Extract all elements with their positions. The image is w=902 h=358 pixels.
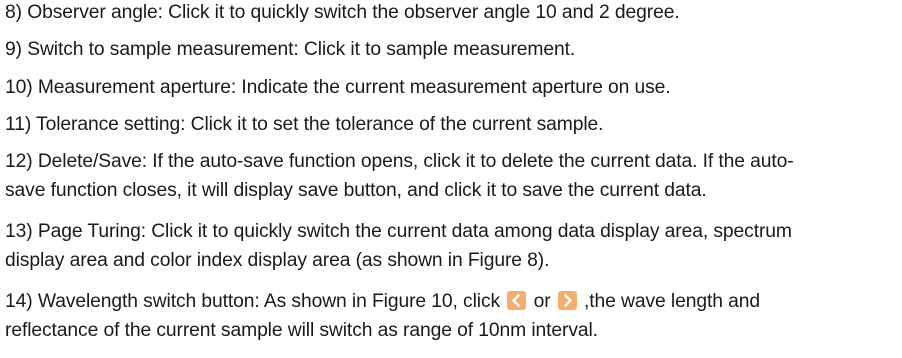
list-item-8: 8) Observer angle: Click it to quickly s… <box>5 0 897 36</box>
list-item-14-line2: reflectance of the current sample will s… <box>5 319 598 341</box>
list-item-13-line2: display area and color index display are… <box>5 249 550 271</box>
list-item-12-line1: 12) Delete/Save: If the auto-save functi… <box>5 151 794 173</box>
list-item-12: 12) Delete/Save: If the auto-save functi… <box>5 148 897 218</box>
list-item-13-line1: 13) Page Turing: Click it to quickly swi… <box>5 221 792 243</box>
list-item-12-line2: save function closes, it will display sa… <box>5 179 707 201</box>
list-item-9: 9) Switch to sample measurement: Click i… <box>5 36 897 73</box>
list-item-14-line1-b: ,the wave length and <box>578 291 760 313</box>
list-item-14: 14) Wavelength switch button: As shown i… <box>5 288 897 358</box>
list-item-11: 11) Tolerance setting: Click it to set t… <box>5 111 897 148</box>
list-item-8-text: 8) Observer angle: Click it to quickly s… <box>5 2 680 23</box>
list-item-13: 13) Page Turing: Click it to quickly swi… <box>5 218 897 288</box>
chevron-right-icon <box>557 291 577 311</box>
list-item-14-line1-a: 14) Wavelength switch button: As shown i… <box>5 291 506 313</box>
list-item-9-text: 9) Switch to sample measurement: Click i… <box>5 39 576 61</box>
list-item-10: 10) Measurement aperture: Indicate the c… <box>5 74 897 111</box>
list-item-10-text: 10) Measurement aperture: Indicate the c… <box>5 76 671 98</box>
document-page: 8) Observer angle: Click it to quickly s… <box>5 0 897 358</box>
chevron-left-icon <box>507 291 527 311</box>
list-item-14-or: or <box>528 291 556 313</box>
list-item-11-text: 11) Tolerance setting: Click it to set t… <box>5 113 604 135</box>
